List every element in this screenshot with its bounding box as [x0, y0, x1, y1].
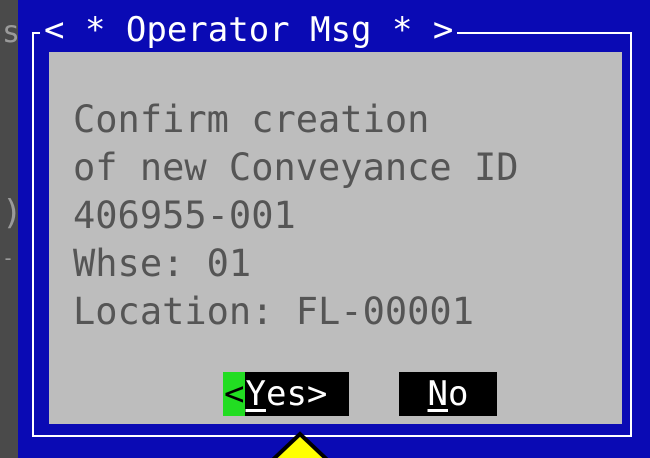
dialog-content: Confirm creation of new Conveyance ID 40…: [49, 52, 622, 424]
yes-button[interactable]: < Yes >: [223, 372, 349, 416]
focus-marker-right: >: [306, 374, 328, 414]
focus-marker-left: <: [223, 372, 246, 416]
message-line: Whse: 01: [73, 242, 252, 285]
background-glyph: -: [2, 246, 15, 270]
triangle-pointer-icon: [271, 431, 329, 458]
yes-hotkey: Y: [245, 374, 266, 414]
no-button-label: No: [428, 372, 469, 416]
operator-message-dialog: < * Operator Msg * > Confirm creation of…: [18, 0, 650, 458]
message-line: Confirm creation: [73, 98, 430, 141]
yes-label-rest: es: [265, 374, 307, 414]
message-line: 406955-001: [73, 194, 296, 237]
message-lines: Confirm creation of new Conveyance ID 40…: [73, 96, 519, 336]
no-label-rest: o: [448, 374, 469, 414]
yes-button-label: Yes: [245, 372, 306, 416]
message-line: Location: FL-00001: [73, 290, 474, 333]
no-button[interactable]: No: [399, 372, 497, 416]
terminal-screen: s ) - < * Operator Msg * > Confirm creat…: [0, 0, 650, 458]
no-hotkey: N: [427, 374, 448, 414]
dialog-title: < * Operator Msg * >: [40, 10, 458, 50]
message-line: of new Conveyance ID: [73, 146, 519, 189]
